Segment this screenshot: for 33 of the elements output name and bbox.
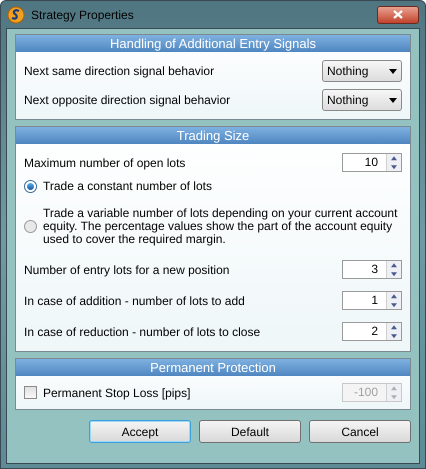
spinner-arrows-icon[interactable] [386,323,401,340]
dropdown[interactable]: Nothing [322,60,402,82]
number-spinner[interactable]: 1 [342,291,402,310]
number-spinner[interactable]: 10 [342,153,402,172]
group-header: Permanent Protection [16,359,410,376]
number-spinner[interactable]: 3 [342,260,402,279]
spinner-arrows-icon[interactable] [386,154,401,171]
dropdown[interactable]: Nothing [322,89,402,111]
setting-label: Number of entry lots for a new position [24,262,230,278]
number-spinner[interactable]: 2 [342,322,402,341]
radio-label: Trade a variable number of lots depending on your current account equity. The percentage values show the part of the account equity used to cover the required margin. [43,207,398,246]
spinner-arrows-icon[interactable] [386,292,401,309]
dialog-button[interactable]: Default [199,420,301,443]
dropdown-arrow-icon [389,98,397,102]
setting-label: In case of addition - number of lots to add [24,292,245,310]
group-header: Handling of Additional Entry Signals [16,35,410,52]
app-logo-icon [7,6,25,24]
dialog-button[interactable]: Cancel [309,420,411,443]
dropdown-arrow-icon [389,68,397,74]
dialog-button[interactable]: Accept [89,420,191,443]
close-button[interactable] [377,6,419,24]
window-title: Strategy Properties [31,6,134,24]
setting-label: Maximum number of open lots [24,154,186,172]
setting-label: In case of reduction - number of lots to close [24,324,260,340]
spinner-arrows-icon[interactable] [386,261,401,278]
radio-button[interactable] [24,220,37,233]
radio-label: Trade a constant number of lots [43,180,212,193]
setting-label: Next same direction signal behavior [24,63,214,80]
radio-button[interactable] [24,180,37,193]
close-icon [393,10,403,19]
group-header: Trading Size [16,127,410,144]
checkbox-label: Permanent Stop Loss [pips] [43,384,190,402]
setting-label: Next opposite direction signal behavior [24,92,230,109]
